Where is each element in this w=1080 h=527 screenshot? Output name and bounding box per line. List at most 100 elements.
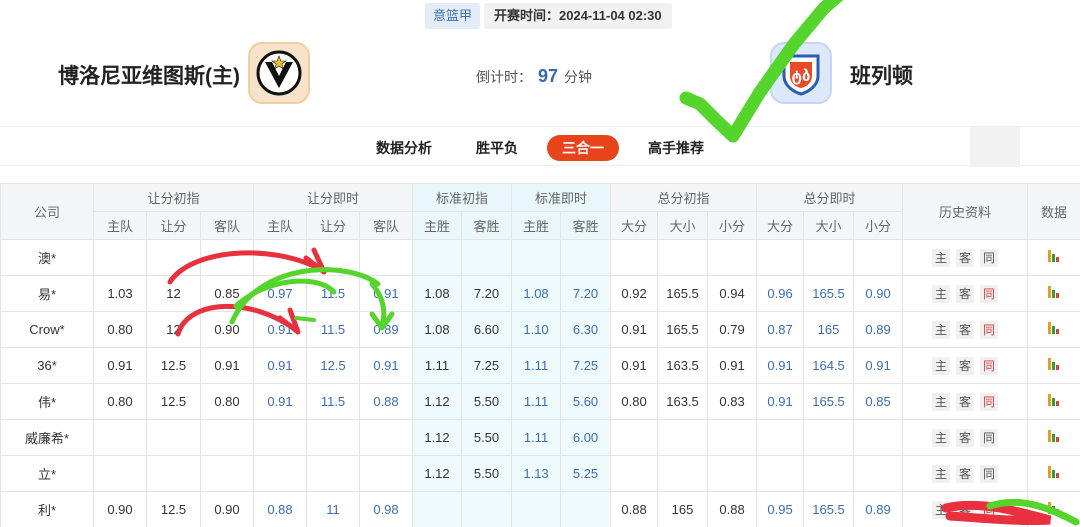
- table-row[interactable]: 威廉希* 1.12 5.50 1.11 6.00 主客同: [0, 419, 1080, 456]
- data-cell: [1027, 275, 1080, 312]
- history-home-button[interactable]: 主: [932, 248, 951, 267]
- odds-cell: [93, 455, 147, 492]
- odds-cell: 0.91: [253, 383, 307, 420]
- start-time: 开赛时间：2024-11-04 02:30: [484, 3, 672, 29]
- bar-chart-icon[interactable]: [1048, 502, 1060, 514]
- odds-cell: [253, 419, 307, 456]
- table-row[interactable]: 立* 1.12 5.50 1.13 5.25 主客同: [0, 455, 1080, 492]
- table-row[interactable]: 利* 0.90 12.5 0.90 0.88 11 0.98 0.88 165 0.88 0.95 1…: [0, 491, 1080, 527]
- history-away-button[interactable]: 客: [956, 464, 975, 483]
- odds-cell: 6.60: [460, 311, 513, 348]
- history-home-button[interactable]: 主: [932, 284, 951, 303]
- company-cell[interactable]: 威廉希*: [0, 419, 94, 456]
- odds-cell: 5.60: [560, 383, 612, 420]
- history-same-button[interactable]: 同: [980, 320, 999, 339]
- history-same-button[interactable]: 同: [980, 464, 999, 483]
- history-away-button[interactable]: 客: [956, 356, 975, 375]
- history-away-button[interactable]: 客: [956, 248, 975, 267]
- history-same-button[interactable]: 同: [980, 248, 999, 267]
- table-row[interactable]: Crow* 0.80 12 0.90 0.91 11.5 0.89 1.08 6.60 1.10 6…: [0, 311, 1080, 348]
- tab-bar-filler: [970, 127, 1020, 167]
- odds-cell: 165.5: [803, 491, 855, 527]
- table-row[interactable]: 伟* 0.80 12.5 0.80 0.91 11.5 0.88 1.12 5.50 1.11 5.…: [0, 383, 1080, 420]
- sub-header-cell: 主胜: [412, 211, 462, 240]
- away-team-logo[interactable]: ტბ: [770, 42, 832, 104]
- club-crest-icon: ტბ: [782, 54, 820, 96]
- odds-cell: 0.80: [610, 383, 659, 420]
- table-row[interactable]: 36* 0.91 12.5 0.91 0.91 12.5 0.91 1.11 7.25 1.11 7…: [0, 347, 1080, 384]
- odds-cell: [657, 239, 709, 276]
- company-cell[interactable]: 利*: [0, 491, 94, 527]
- history-home-button[interactable]: 主: [932, 428, 951, 447]
- odds-cell: 0.88: [707, 491, 758, 527]
- odds-cell: 5.25: [560, 455, 612, 492]
- odds-cell: [146, 239, 201, 276]
- history-away-button[interactable]: 客: [956, 284, 975, 303]
- odds-cell: 0.79: [707, 311, 758, 348]
- history-home-button[interactable]: 主: [932, 500, 951, 519]
- history-home-button[interactable]: 主: [932, 356, 951, 375]
- bar-chart-icon[interactable]: [1048, 250, 1060, 262]
- odds-cell: 0.91: [756, 383, 805, 420]
- company-cell[interactable]: 易*: [0, 275, 94, 312]
- company-cell[interactable]: Crow*: [0, 311, 94, 348]
- bar-chart-icon[interactable]: [1048, 430, 1060, 442]
- odds-cell: 0.91: [93, 347, 147, 384]
- header-total-live: 总分即时: [756, 183, 904, 212]
- away-team-name[interactable]: 班列顿: [850, 60, 913, 90]
- company-cell[interactable]: 澳*: [0, 239, 94, 276]
- sub-header-cell: 主队: [253, 211, 307, 240]
- bar-chart-icon[interactable]: [1048, 466, 1060, 478]
- history-home-button[interactable]: 主: [932, 464, 951, 483]
- odds-cell: [146, 419, 201, 456]
- home-team-logo[interactable]: [248, 42, 310, 104]
- bar-chart-icon[interactable]: [1048, 322, 1060, 334]
- tab-three-in-one[interactable]: 三合一: [547, 135, 619, 161]
- odds-cell: 7.20: [560, 275, 612, 312]
- league-tag[interactable]: 意篮甲: [425, 3, 481, 29]
- company-cell[interactable]: 立*: [0, 455, 94, 492]
- tab-win-draw-lose[interactable]: 胜平负: [476, 135, 518, 161]
- tab-data-analysis[interactable]: 数据分析: [376, 135, 432, 161]
- sub-header-cell: 让分: [306, 211, 360, 240]
- odds-cell: 163.5: [657, 347, 709, 384]
- history-same-button[interactable]: 同: [980, 356, 999, 375]
- odds-cell: 0.85: [853, 383, 904, 420]
- history-same-button[interactable]: 同: [980, 392, 999, 411]
- odds-cell: 6.30: [560, 311, 612, 348]
- odds-cell: 12.5: [146, 347, 201, 384]
- table-row[interactable]: 澳* 主客同: [0, 239, 1080, 276]
- odds-cell: [756, 419, 805, 456]
- history-away-button[interactable]: 客: [956, 392, 975, 411]
- table-row[interactable]: 易* 1.03 12 0.85 0.97 11.5 0.91 1.08 7.20 1.08 7.20…: [0, 275, 1080, 312]
- odds-cell: [756, 239, 805, 276]
- bar-chart-icon[interactable]: [1048, 358, 1060, 370]
- company-cell[interactable]: 36*: [0, 347, 94, 384]
- sub-header-cell: 主胜: [511, 211, 562, 240]
- tab-expert-picks[interactable]: 高手推荐: [648, 135, 704, 161]
- history-away-button[interactable]: 客: [956, 428, 975, 447]
- history-same-button[interactable]: 同: [980, 500, 999, 519]
- history-away-button[interactable]: 客: [956, 500, 975, 519]
- history-home-button[interactable]: 主: [932, 320, 951, 339]
- odds-cell: 0.85: [200, 275, 254, 312]
- history-cell: 主客同: [902, 491, 1029, 527]
- company-cell[interactable]: 伟*: [0, 383, 94, 420]
- odds-cell: 1.11: [511, 347, 562, 384]
- history-same-button[interactable]: 同: [980, 284, 999, 303]
- odds-cell: 165.5: [803, 275, 855, 312]
- sub-header-cell: 客队: [200, 211, 254, 240]
- history-away-button[interactable]: 客: [956, 320, 975, 339]
- history-same-button[interactable]: 同: [980, 428, 999, 447]
- history-home-button[interactable]: 主: [932, 392, 951, 411]
- odds-cell: 163.5: [657, 383, 709, 420]
- home-team-name[interactable]: 博洛尼亚维图斯(主): [58, 60, 240, 90]
- history-buttons: 主客同: [932, 356, 999, 375]
- bar-chart-icon[interactable]: [1048, 286, 1060, 298]
- bar-chart-icon[interactable]: [1048, 394, 1060, 406]
- odds-cell: 0.83: [707, 383, 758, 420]
- history-buttons: 主客同: [932, 320, 999, 339]
- odds-cell: [511, 491, 562, 527]
- odds-cell: 0.91: [200, 347, 254, 384]
- odds-cell: [853, 419, 904, 456]
